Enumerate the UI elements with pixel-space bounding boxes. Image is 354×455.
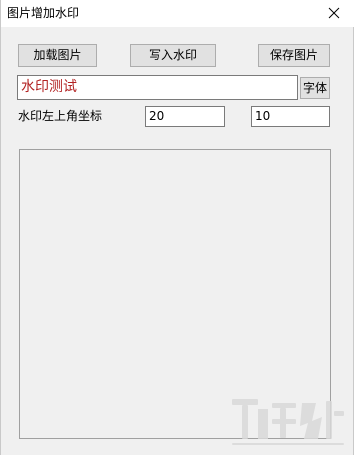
close-button[interactable] <box>314 0 354 26</box>
font-button[interactable]: 字体 <box>300 77 330 99</box>
save-image-button[interactable]: 保存图片 <box>258 44 330 67</box>
load-image-button[interactable]: 加载图片 <box>18 44 97 67</box>
site-logo-icon <box>232 399 344 445</box>
main-window: 图片增加水印 加载图片 写入水印 保存图片 水印测试 字体 水印左上角坐标 20… <box>0 0 354 455</box>
coord-label: 水印左上角坐标 <box>18 109 103 123</box>
coord-y-input[interactable]: 10 <box>251 106 330 127</box>
watermark-text-input[interactable]: 水印测试 <box>17 75 298 100</box>
close-icon <box>328 7 340 19</box>
title-bar: 图片增加水印 <box>1 0 354 27</box>
coord-x-input[interactable]: 20 <box>145 106 225 127</box>
window-title: 图片增加水印 <box>7 6 80 20</box>
write-watermark-button[interactable]: 写入水印 <box>130 44 216 67</box>
